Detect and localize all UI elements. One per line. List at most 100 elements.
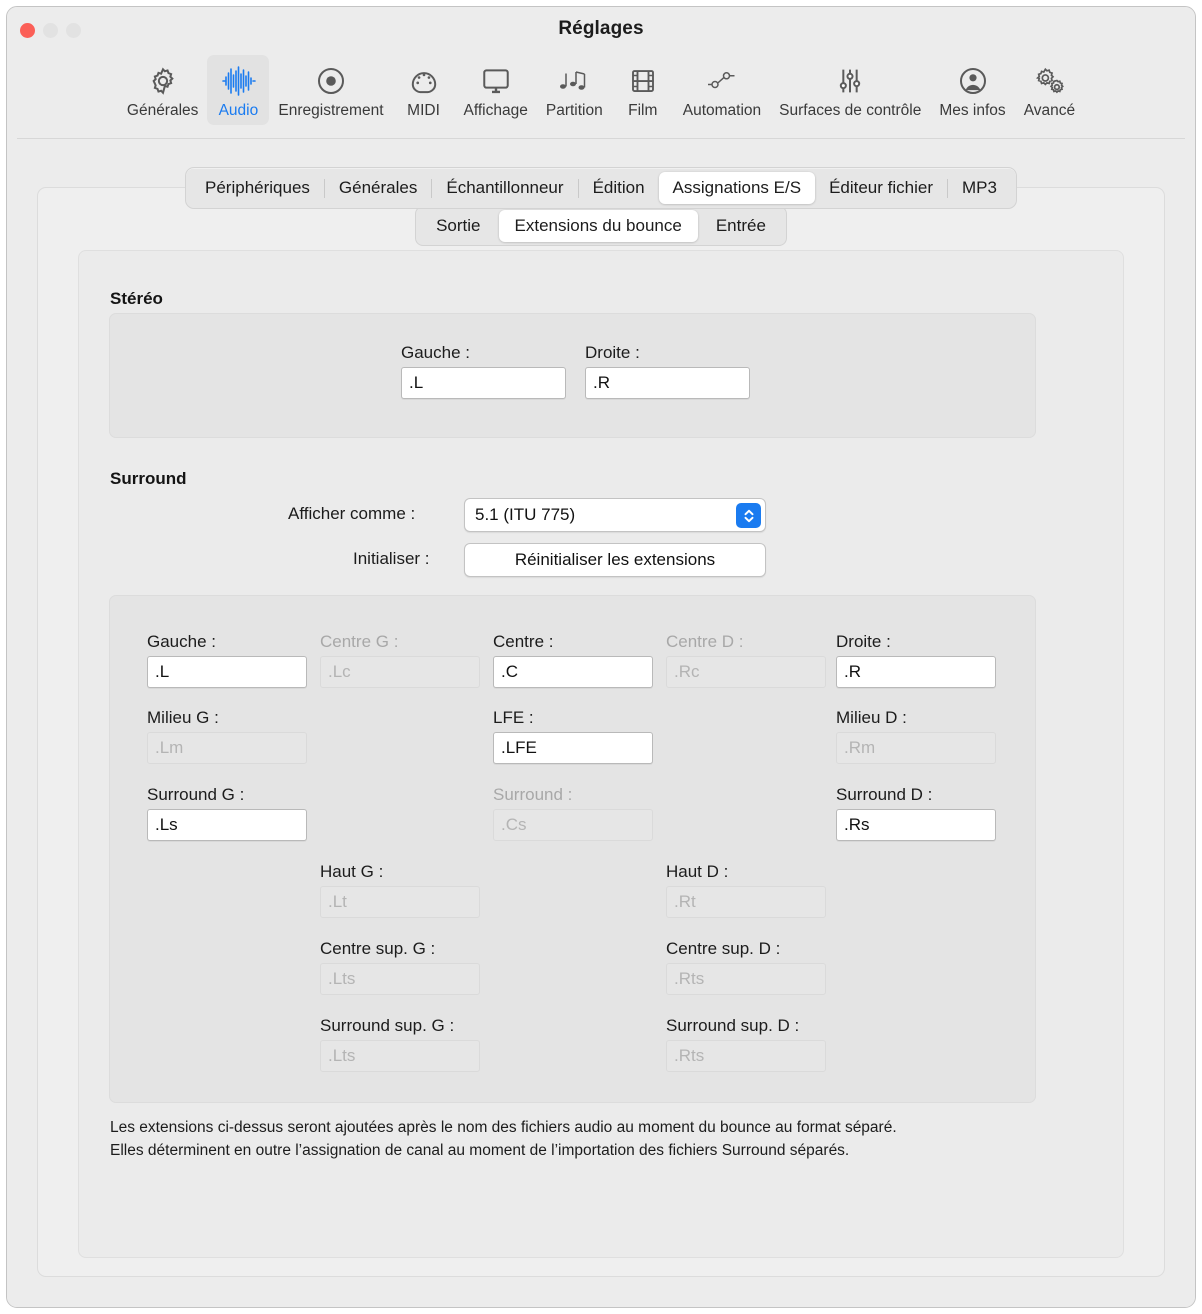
channel-input-surround: .Cs	[493, 809, 653, 841]
toolbar-item-label: Automation	[683, 102, 761, 120]
channel-label-centre-sup-d: Centre sup. D :	[666, 939, 780, 959]
tab-mp3[interactable]: MP3	[948, 172, 1011, 204]
channel-label-milieu-g: Milieu G :	[147, 708, 219, 728]
channel-input-lfe[interactable]: .LFE	[493, 732, 653, 764]
channel-label-centre-g: Centre G :	[320, 632, 398, 652]
person-icon	[957, 62, 989, 100]
automation-nodes-icon	[705, 62, 739, 100]
toolbar-item-label: Enregistrement	[278, 102, 383, 120]
channel-label-surround-g: Surround G :	[147, 785, 244, 805]
stereo-right-input[interactable]: .R	[585, 367, 750, 399]
segment-extensions-du-bounce[interactable]: Extensions du bounce	[499, 210, 698, 242]
display-as-label: Afficher comme :	[288, 504, 415, 524]
toolbar-item-partition[interactable]: Partition	[537, 55, 612, 125]
channel-label-centre-d: Centre D :	[666, 632, 743, 652]
channel-input-milieu-d: .Rm	[836, 732, 996, 764]
channel-label-droite: Droite :	[836, 632, 891, 652]
stereo-group	[109, 313, 1036, 438]
channel-label-surround-d: Surround D :	[836, 785, 932, 805]
tab-editeur-fichier[interactable]: Éditeur fichier	[815, 172, 947, 204]
channel-input-droite[interactable]: .R	[836, 656, 996, 688]
toolbar-item-affichage[interactable]: Affichage	[455, 55, 537, 125]
stereo-left-input[interactable]: .L	[401, 367, 566, 399]
initialize-label: Initialiser :	[353, 549, 430, 569]
reset-extensions-button[interactable]: Réinitialiser les extensions	[464, 543, 766, 577]
toolbar-item-audio[interactable]: Audio	[207, 55, 269, 125]
toolbar-item-label: Partition	[546, 102, 603, 120]
channel-label-surround-sup-g: Surround sup. G :	[320, 1016, 454, 1036]
double-gear-icon	[1032, 62, 1066, 100]
surround-heading: Surround	[110, 469, 187, 489]
channel-input-surround-d[interactable]: .Rs	[836, 809, 996, 841]
toolbar-item-label: Générales	[127, 102, 199, 120]
midi-connector-icon	[408, 62, 440, 100]
chevron-updown-icon[interactable]	[736, 503, 761, 528]
sliders-icon	[834, 62, 866, 100]
channel-label-haut-d: Haut D :	[666, 862, 728, 882]
record-icon	[315, 62, 347, 100]
channel-label-milieu-d: Milieu D :	[836, 708, 907, 728]
toolbar-item-label: Mes infos	[939, 102, 1005, 120]
tab-peripheriques[interactable]: Périphériques	[191, 172, 324, 204]
channel-label-centre: Centre :	[493, 632, 553, 652]
gear-icon	[147, 62, 179, 100]
channel-input-surround-sup-g: .Lts	[320, 1040, 480, 1072]
channel-label-gauche: Gauche :	[147, 632, 216, 652]
audio-tab-bar: Périphériques Générales Échantillonneur …	[7, 167, 1195, 209]
toolbar-item-avance[interactable]: Avancé	[1015, 55, 1084, 125]
toolbar-item-label: Surfaces de contrôle	[779, 102, 921, 120]
bounce-extensions-panel: Stéréo Gauche : .L Droite : .R Surround …	[78, 250, 1124, 1258]
channel-label-lfe: LFE :	[493, 708, 534, 728]
segment-sortie[interactable]: Sortie	[420, 210, 496, 242]
channel-label-haut-g: Haut G :	[320, 862, 383, 882]
toolbar-item-label: MIDI	[407, 102, 440, 120]
bounce-segmented-control: Sortie Extensions du bounce Entrée	[38, 206, 1164, 246]
segment-entree[interactable]: Entrée	[700, 210, 782, 242]
settings-body: Sortie Extensions du bounce Entrée Stéré…	[7, 139, 1195, 1307]
tab-edition[interactable]: Édition	[579, 172, 659, 204]
channel-input-centre-sup-d: .Rts	[666, 963, 826, 995]
audio-waveform-icon	[220, 62, 256, 100]
channel-input-centre-d: .Rc	[666, 656, 826, 688]
channel-input-centre[interactable]: .C	[493, 656, 653, 688]
channel-label-centre-sup-g: Centre sup. G :	[320, 939, 435, 959]
channel-input-gauche[interactable]: .L	[147, 656, 307, 688]
channel-input-haut-d: .Rt	[666, 886, 826, 918]
display-monitor-icon	[480, 62, 512, 100]
toolbar-item-enregistrement[interactable]: Enregistrement	[269, 55, 392, 125]
toolbar-item-label: Affichage	[464, 102, 528, 120]
channel-input-centre-g: .Lc	[320, 656, 480, 688]
tab-echantillonneur[interactable]: Échantillonneur	[432, 172, 577, 204]
toolbar-item-automation[interactable]: Automation	[674, 55, 770, 125]
display-as-value: 5.1 (ITU 775)	[475, 505, 575, 525]
channel-input-surround-sup-d: .Rts	[666, 1040, 826, 1072]
tab-generales[interactable]: Générales	[325, 172, 431, 204]
toolbar-item-surfaces-de-controle[interactable]: Surfaces de contrôle	[770, 55, 930, 125]
channel-input-surround-g[interactable]: .Ls	[147, 809, 307, 841]
channel-input-milieu-g: .Lm	[147, 732, 307, 764]
stereo-right-label: Droite :	[585, 343, 640, 363]
toolbar-item-label: Avancé	[1024, 102, 1075, 120]
toolbar-item-mes-infos[interactable]: Mes infos	[930, 55, 1014, 125]
stereo-left-label: Gauche :	[401, 343, 470, 363]
settings-window: Réglages Générales Audio	[6, 6, 1196, 1308]
stereo-heading: Stéréo	[110, 289, 163, 309]
channel-input-centre-sup-g: .Lts	[320, 963, 480, 995]
channel-input-haut-g: .Lt	[320, 886, 480, 918]
content-panel: Sortie Extensions du bounce Entrée Stéré…	[37, 187, 1165, 1277]
tab-assignations-es[interactable]: Assignations E/S	[659, 172, 816, 204]
channel-label-surround: Surround :	[493, 785, 572, 805]
title-bar: Réglages	[7, 7, 1195, 55]
music-notes-icon	[557, 62, 591, 100]
toolbar-item-midi[interactable]: MIDI	[393, 55, 455, 125]
toolbar: Générales Audio Enregistrement	[7, 55, 1195, 139]
toolbar-item-label: Audio	[219, 102, 259, 120]
toolbar-item-label: Film	[628, 102, 657, 120]
footnote-line-2: Elles déterminent en outre l’assignation…	[110, 1140, 849, 1162]
toolbar-item-generales[interactable]: Générales	[118, 55, 208, 125]
window-title: Réglages	[7, 18, 1195, 40]
footnote-line-1: Les extensions ci-dessus seront ajoutées…	[110, 1117, 897, 1139]
toolbar-item-film[interactable]: Film	[612, 55, 674, 125]
channel-label-surround-sup-d: Surround sup. D :	[666, 1016, 799, 1036]
display-as-popup[interactable]: 5.1 (ITU 775)	[464, 498, 766, 532]
